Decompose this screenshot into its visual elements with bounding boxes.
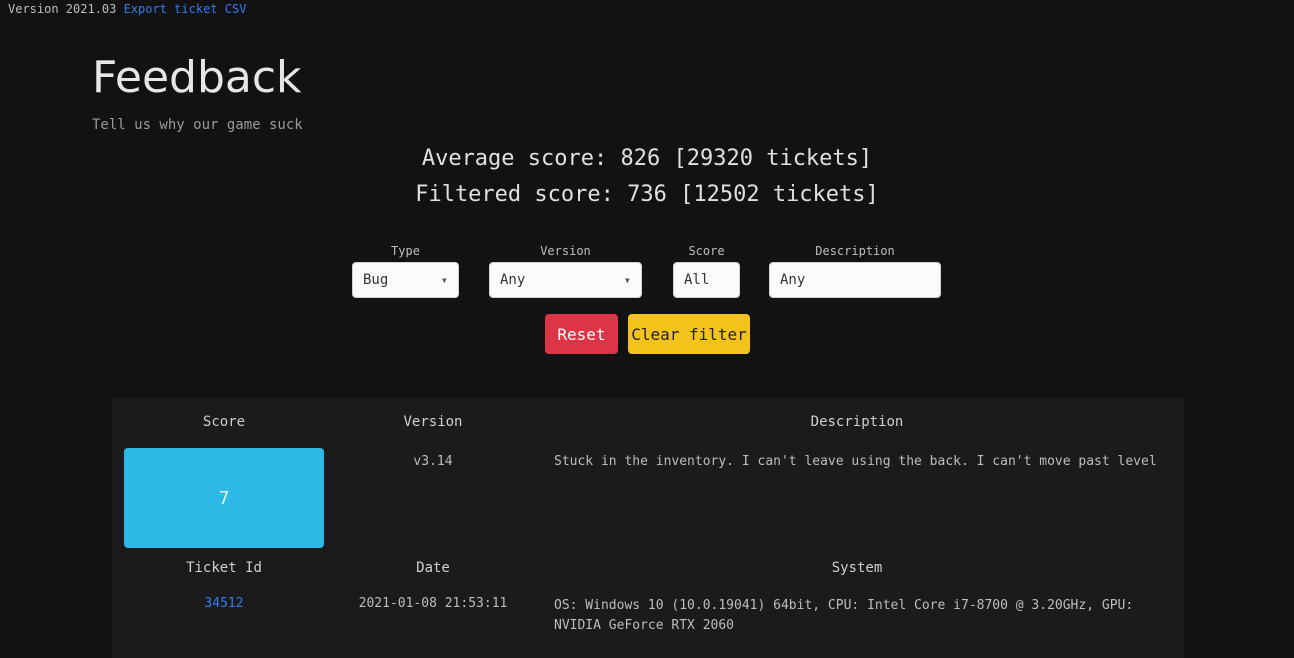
filter-description-label: Description <box>815 244 895 258</box>
filter-score-select[interactable]: All <box>673 262 740 298</box>
filter-score-label: Score <box>688 244 725 258</box>
filter-description: Description Any <box>769 244 941 298</box>
cell-description: Stuck in the inventory. I can't leave us… <box>554 454 1164 469</box>
cell-date: 2021-01-08 21:53:11 <box>358 596 508 611</box>
score-thumbnail-label: 7 <box>218 487 230 509</box>
filter-type: Type Bug ▾ <box>352 244 459 298</box>
page-title: Feedback <box>92 52 302 103</box>
topbar: Version 2021.03 Export ticket CSV <box>8 2 246 16</box>
header-date: Date <box>416 560 450 576</box>
filter-score: Score All <box>673 244 740 298</box>
export-link[interactable]: Export ticket CSV <box>124 2 247 16</box>
filters: Type Bug ▾ Version Any ▾ Score All Descr… <box>0 244 1294 304</box>
header-ticket-id: Ticket Id <box>186 560 262 576</box>
header-description: Description <box>810 414 904 430</box>
header-score: Score <box>202 414 246 430</box>
score-thumbnail: 7 <box>124 448 324 548</box>
filter-buttons: Reset Clear filter <box>0 314 1294 356</box>
average-score: Average score: 826 [29320 tickets] <box>421 146 873 171</box>
cell-version: v3.14 <box>413 454 453 469</box>
clear-filter-button[interactable]: Clear filter <box>628 314 750 354</box>
reset-button[interactable]: Reset <box>545 314 618 354</box>
filter-description-value: Any <box>780 272 806 288</box>
filter-type-label: Type <box>391 244 420 258</box>
version-text: Version 2021.03 <box>8 2 117 16</box>
filtered-score: Filtered score: 736 [12502 tickets] <box>415 182 879 207</box>
ticket-id-link[interactable]: 34512 <box>124 596 324 611</box>
filter-description-input[interactable]: Any <box>769 262 941 298</box>
page-subtitle: Tell us why our game suck <box>92 117 303 133</box>
filter-type-value: Bug <box>363 272 389 288</box>
header-version: Version <box>403 414 463 430</box>
filter-version: Version Any ▾ <box>489 244 642 298</box>
tickets-table: Score Version Description 7 v3.14 Stuck … <box>112 398 1184 658</box>
filter-version-select[interactable]: Any ▾ <box>489 262 642 298</box>
chevron-down-icon: ▾ <box>623 273 631 287</box>
filter-version-label: Version <box>540 244 591 258</box>
chevron-down-icon: ▾ <box>440 273 448 287</box>
cell-system: OS: Windows 10 (10.0.19041) 64bit, CPU: … <box>554 598 1134 633</box>
filter-type-select[interactable]: Bug ▾ <box>352 262 459 298</box>
filter-score-value: All <box>684 272 710 288</box>
filter-version-value: Any <box>500 272 526 288</box>
header-system: System <box>831 560 883 576</box>
